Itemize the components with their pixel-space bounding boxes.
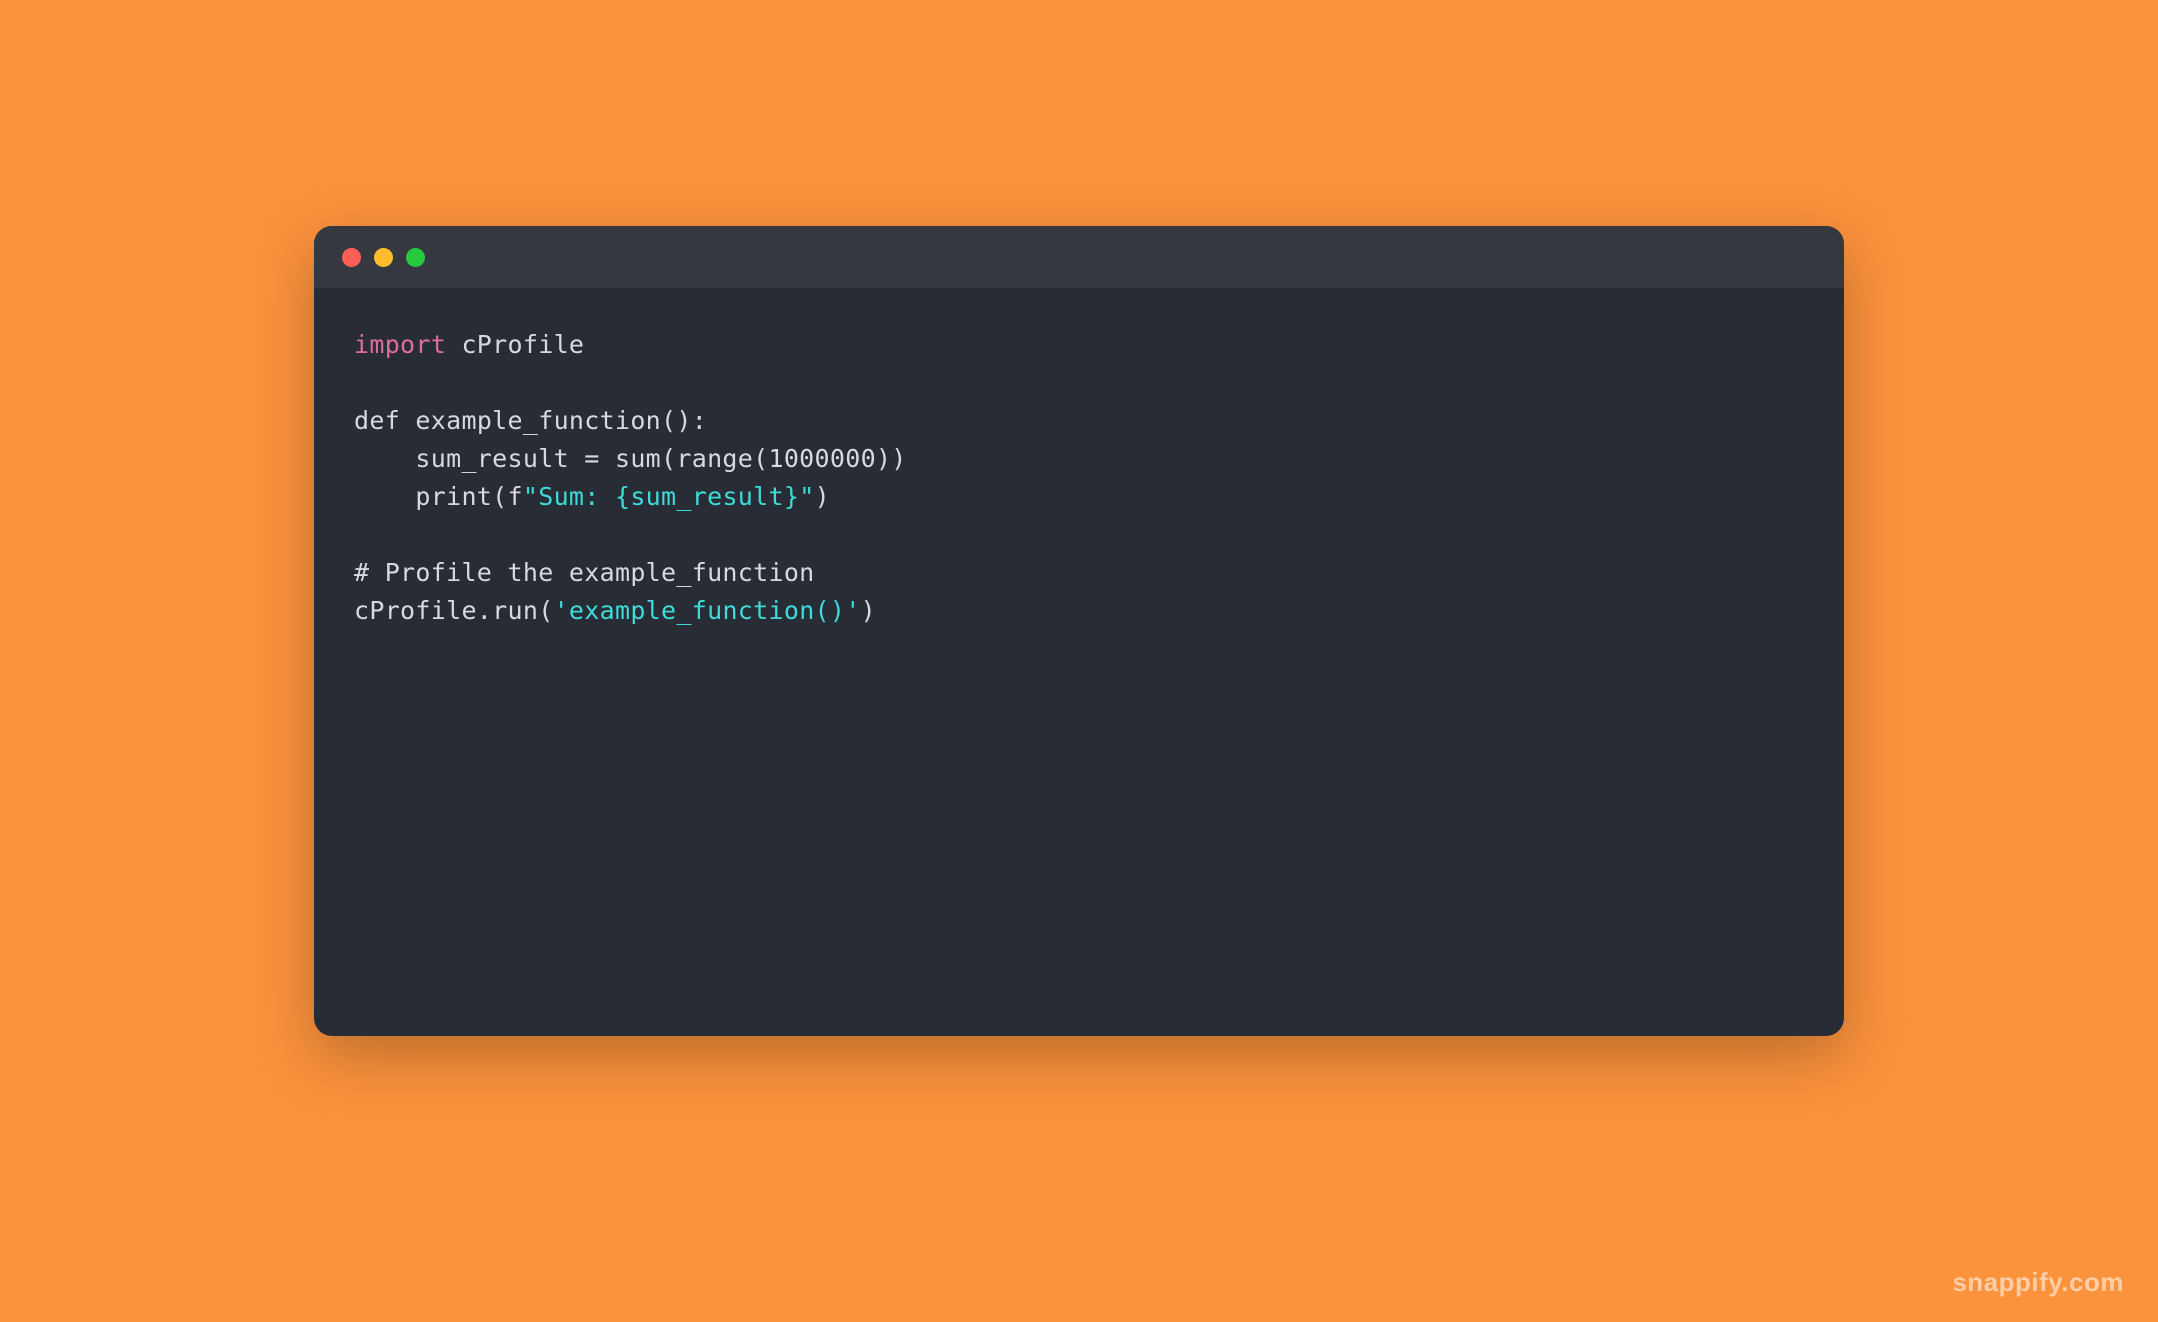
code-line: # Profile the example_function (354, 554, 1804, 592)
code-area: import cProfile def example_function(): … (314, 288, 1844, 668)
window-titlebar (314, 226, 1844, 288)
minimize-icon[interactable] (374, 248, 393, 267)
code-line: def example_function(): (354, 402, 1804, 440)
close-icon[interactable] (342, 248, 361, 267)
code-line (354, 516, 1804, 554)
maximize-icon[interactable] (406, 248, 425, 267)
code-line: cProfile.run('example_function()') (354, 592, 1804, 630)
watermark: snappify.com (1952, 1267, 2124, 1298)
code-window: import cProfile def example_function(): … (314, 226, 1844, 1036)
code-line (354, 364, 1804, 402)
code-line: print(f"Sum: {sum_result}") (354, 478, 1804, 516)
code-line: import cProfile (354, 326, 1804, 364)
code-line: sum_result = sum(range(1000000)) (354, 440, 1804, 478)
